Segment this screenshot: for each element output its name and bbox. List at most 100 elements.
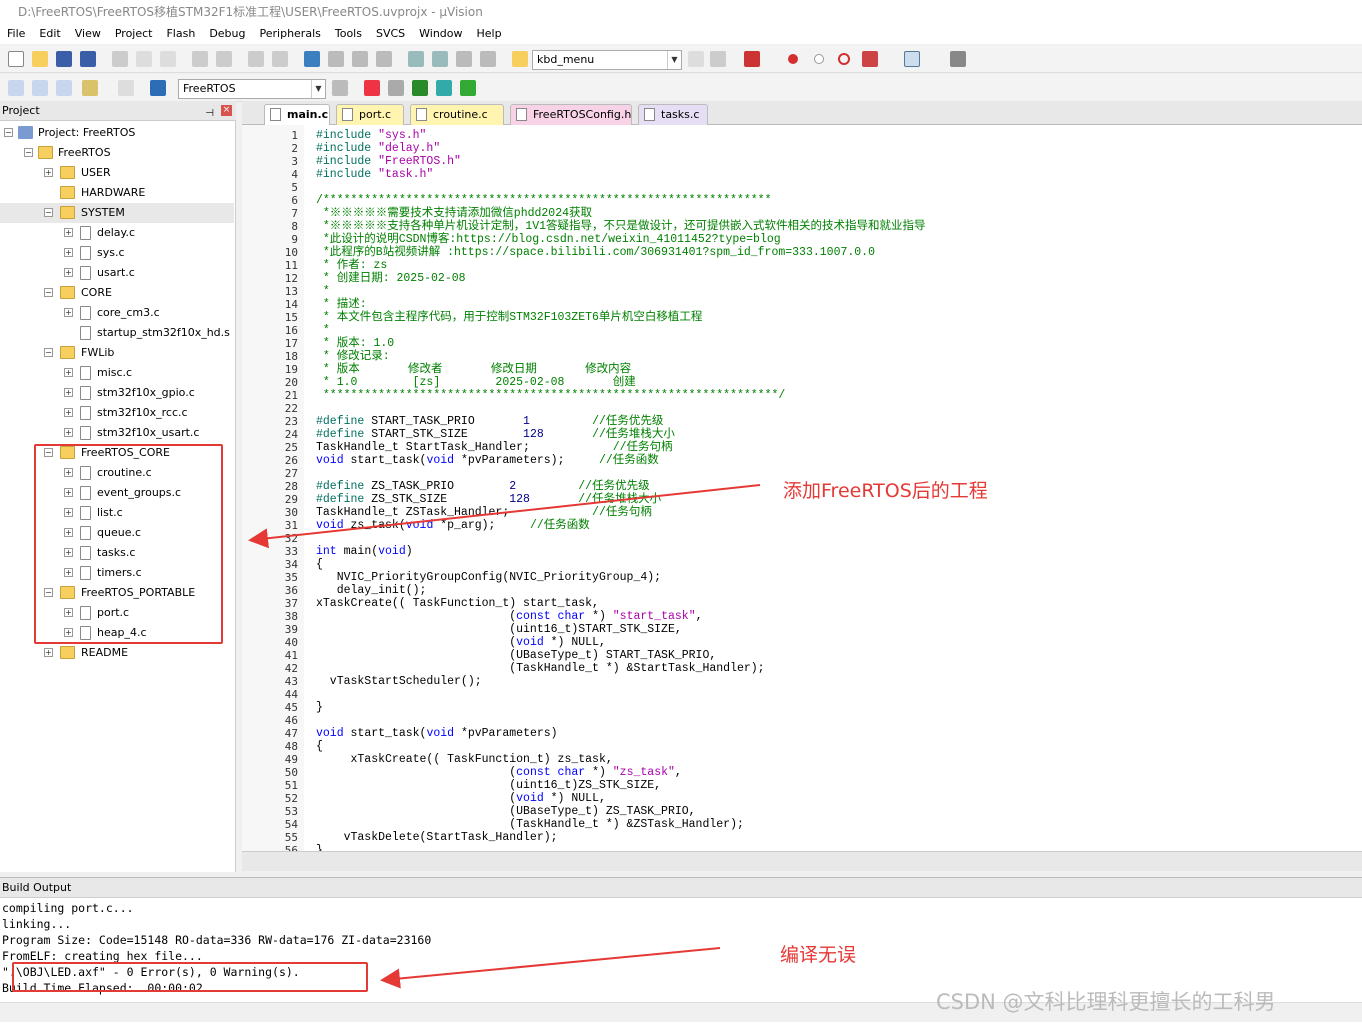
breakpoint-disable-icon[interactable] xyxy=(814,54,824,64)
menu-edit[interactable]: Edit xyxy=(32,24,67,44)
pin-icon[interactable]: ⊣ xyxy=(205,104,214,124)
collapse-icon[interactable]: − xyxy=(4,128,13,137)
collapse-icon[interactable]: − xyxy=(44,208,53,217)
copy-icon[interactable] xyxy=(136,51,152,67)
tab-freertosconfig-h[interactable]: FreeRTOSConfig.h xyxy=(510,104,632,125)
watermark: CSDN @文科比理科更擅长的工科男 xyxy=(936,990,1276,1014)
debug-session-icon[interactable] xyxy=(744,51,760,67)
indent-icon[interactable] xyxy=(408,51,424,67)
horizontal-scrollbar[interactable] xyxy=(242,851,1362,871)
incremental-find-icon[interactable] xyxy=(710,51,726,67)
breakpoint-disable-all-icon[interactable] xyxy=(838,53,850,65)
paste-icon[interactable] xyxy=(160,51,176,67)
nav-back-icon[interactable] xyxy=(248,51,264,67)
expand-icon[interactable]: + xyxy=(64,308,73,317)
tab-tasks-c[interactable]: tasks.c xyxy=(638,104,708,125)
find-in-files-icon[interactable] xyxy=(512,51,528,67)
expand-icon[interactable]: + xyxy=(64,408,73,417)
nav-forward-icon[interactable] xyxy=(272,51,288,67)
tree-item-user[interactable]: + USER xyxy=(0,163,234,183)
collapse-icon[interactable]: − xyxy=(24,148,33,157)
menu-debug[interactable]: Debug xyxy=(202,24,252,44)
tree-item-delay-c[interactable]: + delay.c xyxy=(0,223,234,243)
menu-peripherals[interactable]: Peripherals xyxy=(253,24,328,44)
target-options-icon[interactable] xyxy=(332,80,348,96)
tree-item-startup-stm32f10x-hd-s[interactable]: startup_stm32f10x_hd.s xyxy=(0,323,234,343)
uncomment-icon[interactable] xyxy=(480,51,496,67)
menu-window[interactable]: Window xyxy=(412,24,469,44)
build-icon[interactable] xyxy=(32,80,48,96)
menu-help[interactable]: Help xyxy=(470,24,509,44)
expand-icon[interactable]: + xyxy=(64,368,73,377)
tree-item-stm32f10x-usart-c[interactable]: + stm32f10x_usart.c xyxy=(0,423,234,443)
search-combo[interactable]: kbd_menu ▼ xyxy=(532,50,682,70)
breakpoint-icon[interactable] xyxy=(788,54,798,64)
menu-view[interactable]: View xyxy=(68,24,108,44)
expand-icon[interactable]: + xyxy=(64,268,73,277)
redo-icon[interactable] xyxy=(216,51,232,67)
breakpoint-kill-icon[interactable] xyxy=(862,51,878,67)
new-file-icon[interactable] xyxy=(8,51,24,67)
chevron-down-icon[interactable]: ▼ xyxy=(311,80,325,98)
cut-icon[interactable] xyxy=(112,51,128,67)
tree-item-sys-c[interactable]: + sys.c xyxy=(0,243,234,263)
tree-item-readme[interactable]: + README xyxy=(0,643,234,663)
expand-icon[interactable]: + xyxy=(44,168,53,177)
save-icon[interactable] xyxy=(56,51,72,67)
manage-project-items-icon[interactable] xyxy=(364,80,380,96)
menu-project[interactable]: Project xyxy=(108,24,160,44)
tree-item-system[interactable]: − SYSTEM xyxy=(0,203,234,223)
chevron-down-icon[interactable]: ▼ xyxy=(667,51,681,69)
menu-svcs[interactable]: SVCS xyxy=(369,24,412,44)
tree-item-fwlib[interactable]: − FWLib xyxy=(0,343,234,363)
tab-label: FreeRTOSConfig.h xyxy=(533,108,632,121)
expand-icon[interactable]: + xyxy=(64,388,73,397)
collapse-icon[interactable]: − xyxy=(44,348,53,357)
menu-file[interactable]: File xyxy=(0,24,32,44)
download-load-icon[interactable] xyxy=(150,80,166,96)
unindent-icon[interactable] xyxy=(432,51,448,67)
bookmark-next-icon[interactable] xyxy=(352,51,368,67)
target-combo[interactable]: FreeRTOS ▼ xyxy=(178,79,326,99)
expand-icon[interactable]: + xyxy=(64,228,73,237)
tree-item-stm32f10x-gpio-c[interactable]: + stm32f10x_gpio.c xyxy=(0,383,234,403)
configure-wrench-icon[interactable] xyxy=(950,51,966,67)
expand-icon[interactable]: + xyxy=(64,248,73,257)
expand-icon[interactable]: + xyxy=(44,648,53,657)
tree-item-stm32f10x-rcc-c[interactable]: + stm32f10x_rcc.c xyxy=(0,403,234,423)
tree-item-freertos[interactable]: − FreeRTOS xyxy=(0,143,234,163)
tree-item-misc-c[interactable]: + misc.c xyxy=(0,363,234,383)
stop-build-icon[interactable] xyxy=(118,80,134,96)
bookmark-icon[interactable] xyxy=(304,51,320,67)
tab-croutine-c[interactable]: croutine.c xyxy=(410,104,504,125)
menu-tools[interactable]: Tools xyxy=(328,24,369,44)
bookmark-clear-icon[interactable] xyxy=(376,51,392,67)
save-all-icon[interactable] xyxy=(80,51,96,67)
tab-port-c[interactable]: port.c xyxy=(336,104,404,125)
undo-icon[interactable] xyxy=(192,51,208,67)
bookmark-prev-icon[interactable] xyxy=(328,51,344,67)
collapse-icon[interactable]: − xyxy=(44,288,53,297)
tree-item-core-cm3-c[interactable]: + core_cm3.c xyxy=(0,303,234,323)
find-icon[interactable] xyxy=(688,51,704,67)
manage-rte-icon[interactable] xyxy=(460,80,476,96)
batch-build-icon[interactable] xyxy=(82,80,98,96)
tree-item-hardware[interactable]: HARDWARE xyxy=(0,183,234,203)
select-packs-icon[interactable] xyxy=(436,80,452,96)
tab-main-c[interactable]: main.c xyxy=(264,104,330,126)
close-icon[interactable]: × xyxy=(221,105,232,116)
code-line: void start_task(void *pvParameters) xyxy=(316,727,558,740)
tree-item-project-freertos[interactable]: − Project: FreeRTOS xyxy=(0,123,234,143)
rebuild-icon[interactable] xyxy=(56,80,72,96)
window-layout-icon[interactable] xyxy=(904,51,920,67)
comment-icon[interactable] xyxy=(456,51,472,67)
expand-icon[interactable]: + xyxy=(64,428,73,437)
tree-item-core[interactable]: − CORE xyxy=(0,283,234,303)
multi-project-icon[interactable] xyxy=(388,80,404,96)
tree-item-usart-c[interactable]: + usart.c xyxy=(0,263,234,283)
open-folder-icon[interactable] xyxy=(32,51,48,67)
code-line: * 本文件包含主程序代码，用于控制STM32F103ZET6单片机空白移植工程 xyxy=(316,311,703,324)
pack-installer-icon[interactable] xyxy=(412,80,428,96)
menu-flash[interactable]: Flash xyxy=(159,24,202,44)
translate-icon[interactable] xyxy=(8,80,24,96)
